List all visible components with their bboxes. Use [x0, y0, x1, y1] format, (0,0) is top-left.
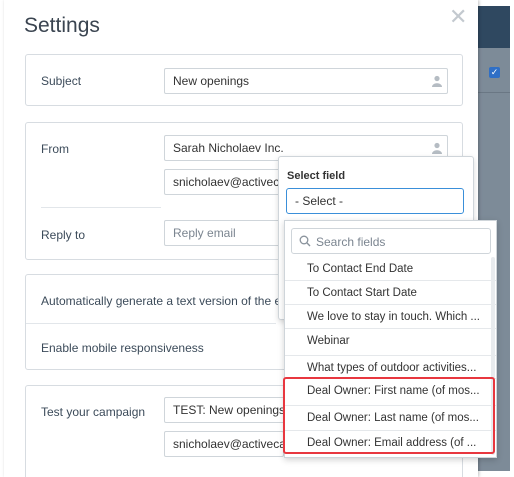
- list-item[interactable]: What types of outdoor activities...: [285, 355, 496, 379]
- field-list: Search fields To Contact End Date To Con…: [284, 220, 497, 458]
- field-select[interactable]: - Select -: [286, 188, 464, 214]
- reply-to-placeholder: Reply email: [173, 226, 236, 240]
- person-icon[interactable]: [432, 75, 442, 87]
- test-label: Test your campaign: [41, 405, 146, 419]
- app-header-backdrop: [478, 6, 510, 48]
- auto-text-label: Automatically generate a text version of…: [41, 294, 298, 308]
- list-item[interactable]: Deal Owner: First name (of mos...: [285, 378, 496, 402]
- test-subject-value: TEST: New openings: [173, 403, 286, 417]
- close-icon[interactable]: ✕: [449, 4, 467, 30]
- test-email-input[interactable]: snicholaev@activecampa: [164, 431, 284, 457]
- search-icon: [299, 235, 311, 247]
- list-item[interactable]: Deal Owner: Email address (of ...: [285, 430, 496, 454]
- search-fields-input[interactable]: Search fields: [291, 228, 491, 254]
- test-email-value: snicholaev@activecampa: [173, 437, 284, 451]
- subject-value: New openings: [173, 74, 250, 88]
- list-item[interactable]: Deal Owner: Last name (of mos...: [285, 405, 496, 429]
- mobile-label: Enable mobile responsiveness: [41, 341, 204, 355]
- section-divider: [41, 207, 161, 208]
- from-name-value: Sarah Nicholaev Inc.: [173, 141, 284, 155]
- reply-to-input[interactable]: Reply email: [164, 220, 284, 246]
- subject-input[interactable]: New openings: [164, 68, 448, 94]
- subject-card: Subject New openings: [25, 54, 463, 106]
- list-item[interactable]: Webinar: [285, 328, 496, 352]
- list-item[interactable]: We love to stay in touch. Which ...: [285, 304, 496, 328]
- search-placeholder: Search fields: [316, 235, 386, 249]
- person-icon[interactable]: [432, 142, 442, 154]
- subject-label: Subject: [41, 74, 82, 88]
- list-scrollbar[interactable]: [491, 257, 495, 455]
- list-item[interactable]: To Contact Start Date: [285, 280, 496, 304]
- from-label: From: [41, 142, 69, 156]
- screenshot-frame: ✓ Settings ✕ Subject New openings From S…: [0, 0, 514, 477]
- from-email-input[interactable]: snicholaev@activecampa: [164, 169, 284, 195]
- checkbox-icon[interactable]: ✓: [489, 67, 500, 78]
- modal-title: Settings: [24, 14, 100, 37]
- from-email-value: snicholaev@activecampa: [173, 175, 284, 189]
- popover-title: Select field: [287, 170, 346, 182]
- reply-to-label: Reply to: [41, 228, 86, 242]
- list-item[interactable]: To Contact End Date: [285, 257, 496, 281]
- options-divider: [26, 323, 276, 324]
- backdrop-divider: [478, 92, 510, 93]
